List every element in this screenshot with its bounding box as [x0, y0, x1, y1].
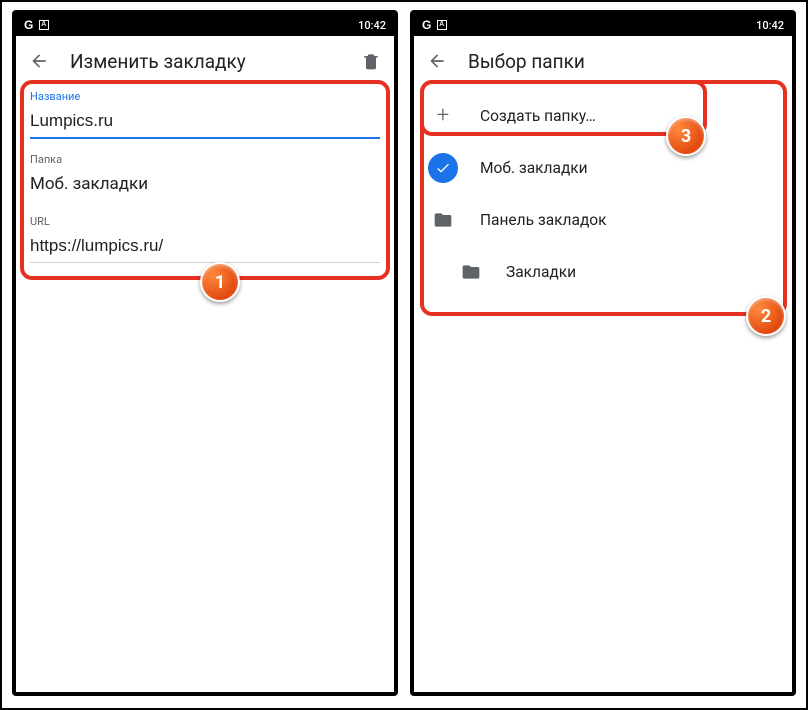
back-icon[interactable]: [426, 50, 448, 72]
plus-icon: +: [428, 101, 458, 131]
page-title: Выбор папки: [468, 50, 780, 73]
folder-label-mobile: Моб. закладки: [480, 159, 588, 177]
folder-label: Папка: [30, 153, 380, 166]
google-icon: G: [24, 18, 33, 32]
name-input[interactable]: [30, 107, 380, 139]
url-field-group: URL: [30, 215, 380, 263]
folder-label-bar: Панель закладок: [480, 211, 607, 229]
folder-row-bookmarks[interactable]: Закладки: [414, 246, 792, 298]
app-bar: Изменить закладку: [16, 36, 394, 86]
check-icon: [428, 153, 458, 183]
status-bar: G 10:42: [16, 14, 394, 36]
phone-screen-choose-folder: G 10:42 Выбор папки + Создать папку… Моб…: [410, 10, 796, 696]
folder-value[interactable]: Моб. закладки: [30, 170, 380, 201]
bookmark-form: Название Папка Моб. закладки URL: [16, 86, 394, 263]
folder-icon: [428, 205, 458, 235]
page-title: Изменить закладку: [70, 50, 340, 73]
create-folder-row[interactable]: + Создать папку…: [414, 90, 792, 142]
name-label: Название: [30, 90, 380, 103]
back-icon[interactable]: [28, 50, 50, 72]
name-field-group: Название: [30, 90, 380, 139]
status-time: 10:42: [756, 19, 784, 32]
notification-icon: [39, 20, 49, 30]
delete-icon[interactable]: [360, 50, 382, 72]
url-input[interactable]: [30, 232, 380, 263]
status-bar: G 10:42: [414, 14, 792, 36]
notification-icon: [437, 20, 447, 30]
google-icon: G: [422, 18, 431, 32]
app-bar: Выбор папки: [414, 36, 792, 86]
create-folder-label: Создать папку…: [480, 107, 596, 125]
phone-screen-edit-bookmark: G 10:42 Изменить закладку Название Папка…: [12, 10, 398, 696]
callout-3: 3: [666, 116, 706, 156]
folder-list: + Создать папку… Моб. закладки Панель за…: [414, 86, 792, 298]
folder-row-mobile[interactable]: Моб. закладки: [414, 142, 792, 194]
folder-label-bookmarks: Закладки: [506, 263, 576, 281]
folder-row-bar[interactable]: Панель закладок: [414, 194, 792, 246]
folder-field-group: Папка Моб. закладки: [30, 153, 380, 201]
folder-icon: [456, 257, 486, 287]
url-label: URL: [30, 215, 380, 228]
status-time: 10:42: [358, 19, 386, 32]
callout-1: 1: [200, 262, 240, 302]
callout-2: 2: [746, 296, 786, 336]
